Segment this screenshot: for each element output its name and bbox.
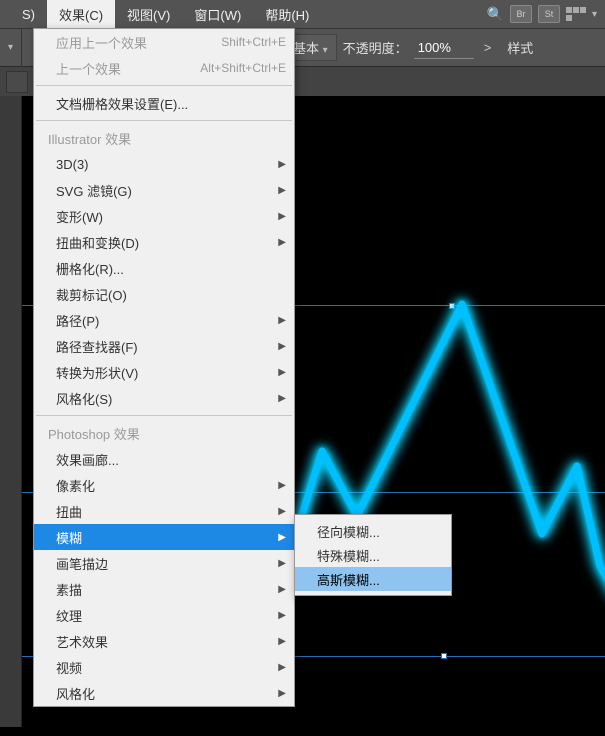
ai-effect-item-4[interactable]: 栅格化(R)... bbox=[34, 255, 294, 281]
chevron-right-icon: ▶ bbox=[278, 393, 286, 404]
blur-submenu: 径向模糊...特殊模糊...高斯模糊... bbox=[294, 514, 452, 596]
menu-effect[interactable]: 效果(C) bbox=[47, 0, 115, 29]
panel-toggle-button[interactable] bbox=[6, 71, 28, 93]
ps-effect-item-1[interactable]: 像素化▶ bbox=[34, 472, 294, 498]
search-icon[interactable]: 🔍 bbox=[487, 6, 504, 23]
vertical-ruler bbox=[0, 96, 22, 727]
stock-icon[interactable]: St bbox=[538, 5, 560, 23]
ai-effect-item-7[interactable]: 路径查找器(F)▶ bbox=[34, 333, 294, 359]
ai-effect-item-2[interactable]: 变形(W)▶ bbox=[34, 203, 294, 229]
chevron-right-icon: ▶ bbox=[278, 237, 286, 248]
chevron-right-icon: ▶ bbox=[278, 688, 286, 699]
menu-view[interactable]: 视图(V) bbox=[115, 0, 182, 29]
effect-menu-dropdown: 应用上一个效果Shift+Ctrl+E 上一个效果Alt+Shift+Ctrl+… bbox=[33, 28, 295, 707]
photoshop-effects-header: Photoshop 效果 bbox=[34, 420, 294, 446]
menu-window[interactable]: 窗口(W) bbox=[182, 0, 253, 29]
chevron-right-icon: ▶ bbox=[278, 315, 286, 326]
ai-effect-item-8[interactable]: 转换为形状(V)▶ bbox=[34, 359, 294, 385]
opacity-input[interactable] bbox=[414, 37, 474, 59]
ai-effect-item-6[interactable]: 路径(P)▶ bbox=[34, 307, 294, 333]
chevron-down-icon[interactable]: ▾ bbox=[592, 9, 597, 20]
chevron-right-icon: ▶ bbox=[278, 506, 286, 517]
chevron-right-icon: ▶ bbox=[278, 558, 286, 569]
ai-effect-item-1[interactable]: SVG 滤镜(G)▶ bbox=[34, 177, 294, 203]
menu-last-effect: 上一个效果Alt+Shift+Ctrl+E bbox=[34, 55, 294, 81]
ps-effect-item-5[interactable]: 素描▶ bbox=[34, 576, 294, 602]
opacity-label: 不透明度： bbox=[343, 38, 408, 57]
illustrator-effects-header: Illustrator 效果 bbox=[34, 125, 294, 151]
opacity-arrow[interactable]: > bbox=[474, 40, 502, 55]
menu-separator bbox=[36, 120, 292, 121]
menu-help[interactable]: 帮助(H) bbox=[253, 0, 321, 29]
ai-effect-item-5[interactable]: 裁剪标记(O) bbox=[34, 281, 294, 307]
chevron-right-icon: ▶ bbox=[278, 367, 286, 378]
ai-effect-item-9[interactable]: 风格化(S)▶ bbox=[34, 385, 294, 411]
chevron-right-icon: ▶ bbox=[278, 636, 286, 647]
blur-submenu-item-1[interactable]: 特殊模糊... bbox=[295, 543, 451, 567]
ps-effect-item-3[interactable]: 模糊▶ bbox=[34, 524, 294, 550]
chevron-right-icon: ▶ bbox=[278, 211, 286, 222]
tool-chevron[interactable]: ▾ bbox=[0, 29, 22, 67]
ai-effect-item-0[interactable]: 3D(3)▶ bbox=[34, 151, 294, 177]
chevron-right-icon: ▶ bbox=[278, 662, 286, 673]
ps-effect-item-8[interactable]: 视频▶ bbox=[34, 654, 294, 680]
menu-select-partial[interactable]: S) bbox=[10, 2, 47, 27]
ps-effect-item-2[interactable]: 扭曲▶ bbox=[34, 498, 294, 524]
workspace-icon[interactable] bbox=[566, 7, 586, 21]
chevron-right-icon: ▶ bbox=[278, 480, 286, 491]
blur-submenu-item-0[interactable]: 径向模糊... bbox=[295, 519, 451, 543]
menu-raster-settings[interactable]: 文档栅格效果设置(E)... bbox=[34, 90, 294, 116]
chevron-right-icon: ▶ bbox=[278, 610, 286, 621]
chevron-right-icon: ▶ bbox=[278, 185, 286, 196]
chevron-right-icon: ▶ bbox=[278, 584, 286, 595]
ps-effect-item-4[interactable]: 画笔描边▶ bbox=[34, 550, 294, 576]
menu-apply-last-effect: 应用上一个效果Shift+Ctrl+E bbox=[34, 29, 294, 55]
ps-effect-item-9[interactable]: 风格化▶ bbox=[34, 680, 294, 706]
chevron-right-icon: ▶ bbox=[278, 341, 286, 352]
ps-effect-item-6[interactable]: 纹理▶ bbox=[34, 602, 294, 628]
menu-separator bbox=[36, 415, 292, 416]
chevron-right-icon: ▶ bbox=[278, 532, 286, 543]
chevron-right-icon: ▶ bbox=[278, 159, 286, 170]
bridge-icon[interactable]: Br bbox=[510, 5, 532, 23]
style-label: 样式 bbox=[501, 38, 533, 57]
blur-submenu-item-2[interactable]: 高斯模糊... bbox=[295, 567, 451, 591]
ai-effect-item-3[interactable]: 扭曲和变换(D)▶ bbox=[34, 229, 294, 255]
menu-separator bbox=[36, 85, 292, 86]
ps-effect-item-7[interactable]: 艺术效果▶ bbox=[34, 628, 294, 654]
ps-effect-item-0[interactable]: 效果画廊... bbox=[34, 446, 294, 472]
menubar: S) 效果(C) 视图(V) 窗口(W) 帮助(H) 🔍 Br St ▾ bbox=[0, 0, 605, 28]
